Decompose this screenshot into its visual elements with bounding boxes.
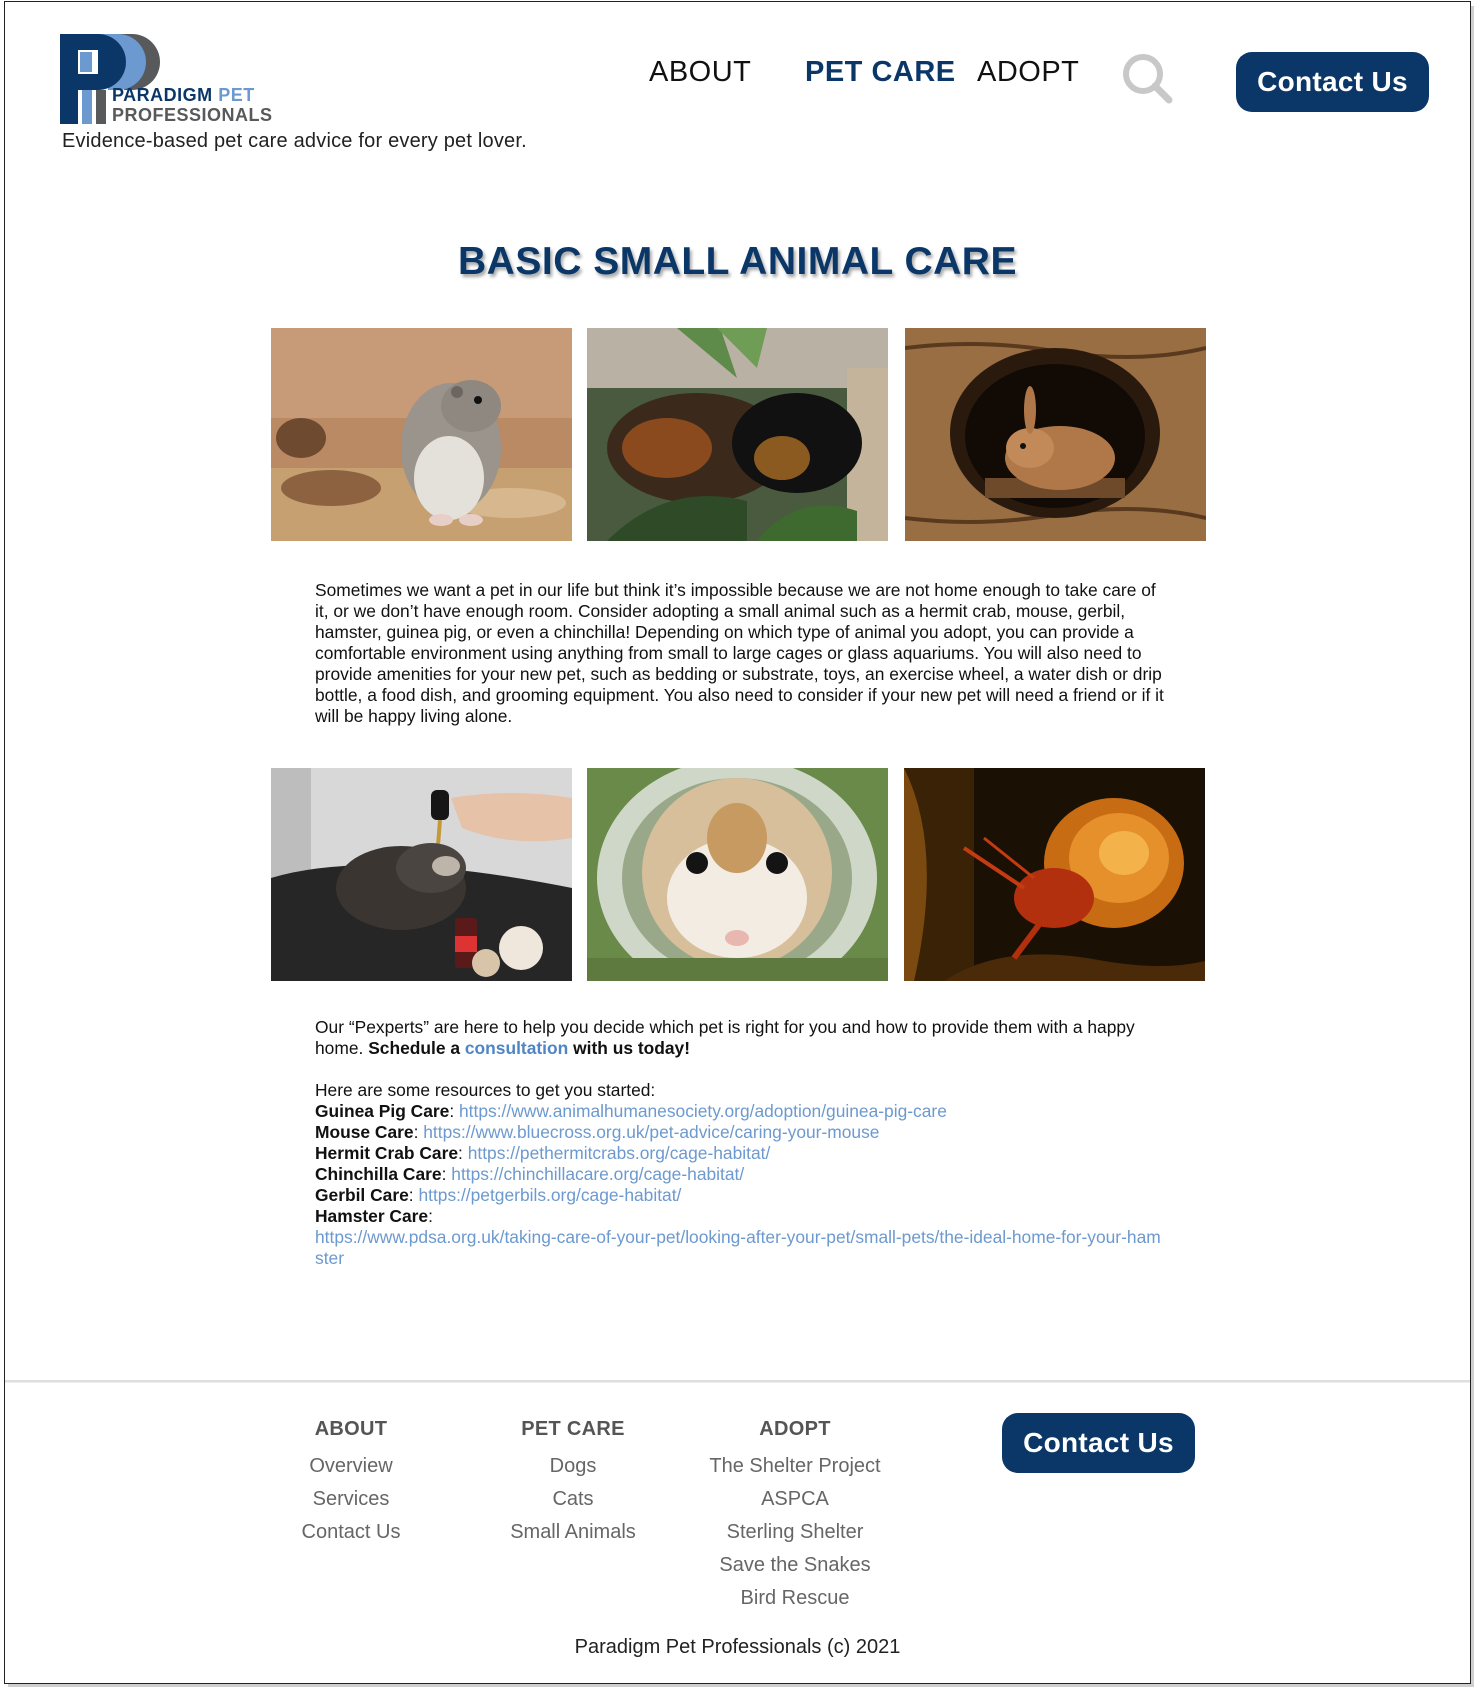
list-item: Chinchilla Care: https://chinchillacare.…: [315, 1164, 745, 1184]
resources-list: Here are some resources to get you start…: [315, 1080, 1165, 1269]
hermit-crab-photo: [904, 768, 1205, 981]
resources-intro: Here are some resources to get you start…: [315, 1080, 656, 1100]
tagline: Evidence-based pet care advice for every…: [62, 130, 527, 152]
list-item: Guinea Pig Care: https://www.animalhuman…: [315, 1101, 947, 1121]
rabbit-in-log-photo: [905, 328, 1206, 541]
footer-link-save-the-snakes[interactable]: Save the Snakes: [680, 1549, 910, 1582]
list-item: Hermit Crab Care: https://pethermitcrabs…: [315, 1143, 771, 1163]
footer-link-aspca[interactable]: ASPCA: [680, 1483, 910, 1516]
footer-link-dogs[interactable]: Dogs: [458, 1450, 688, 1483]
footer-link-services[interactable]: Services: [236, 1483, 466, 1516]
nav-about[interactable]: ABOUT: [649, 56, 751, 89]
list-item: Mouse Care: https://www.bluecross.org.uk…: [315, 1122, 880, 1142]
page-title: BASIC SMALL ANIMAL CARE: [458, 240, 1017, 283]
search-icon[interactable]: [1121, 52, 1175, 104]
contact-us-button[interactable]: Contact Us: [1236, 52, 1429, 112]
footer-link-shelter-project[interactable]: The Shelter Project: [680, 1450, 910, 1483]
hamster-care-link[interactable]: https://www.pdsa.org.uk/taking-care-of-y…: [315, 1227, 1161, 1268]
intro-paragraph: Sometimes we want a pet in our life but …: [315, 580, 1164, 726]
resource-label: Gerbil Care: [315, 1185, 409, 1205]
footer-column-pet-care: PET CARE Dogs Cats Small Animals: [458, 1418, 688, 1549]
guinea-pig-care-link[interactable]: https://www.animalhumanesociety.org/adop…: [459, 1101, 947, 1121]
frame-shadow-bottom: [8, 1684, 1474, 1687]
copyright: Paradigm Pet Professionals (c) 2021: [574, 1636, 901, 1658]
footer-link-bird-rescue[interactable]: Bird Rescue: [680, 1582, 910, 1615]
logo-text-professionals: PROFESSIONALS: [112, 105, 273, 125]
hamster-closeup-photo: [587, 768, 888, 981]
footer-link-contact-us[interactable]: Contact Us: [236, 1516, 466, 1549]
list-item: Gerbil Care: https://petgerbils.org/cage…: [315, 1185, 682, 1205]
ferret-photo: [271, 768, 572, 981]
consultation-link[interactable]: consultation: [465, 1038, 568, 1058]
footer-link-cats[interactable]: Cats: [458, 1483, 688, 1516]
list-item: Hamster Care:: [315, 1206, 433, 1226]
footer-heading-adopt[interactable]: ADOPT: [680, 1418, 910, 1441]
hamster-photo: [271, 328, 572, 541]
resource-label: Hermit Crab Care: [315, 1143, 459, 1163]
resource-label: Mouse Care: [315, 1122, 414, 1142]
footer-contact-us-button[interactable]: Contact Us: [1002, 1413, 1195, 1473]
list-item: https://www.pdsa.org.uk/taking-care-of-y…: [315, 1227, 1165, 1269]
guinea-pigs-photo: [587, 328, 888, 541]
footer-heading-pet-care[interactable]: PET CARE: [458, 1418, 688, 1441]
footer-heading-about[interactable]: ABOUT: [236, 1418, 466, 1441]
footer-divider-shadow: [5, 1382, 1470, 1383]
nav-adopt[interactable]: ADOPT: [977, 56, 1079, 89]
hermit-crab-care-link[interactable]: https://pethermitcrabs.org/cage-habitat/: [468, 1143, 771, 1163]
pexperts-paragraph: Our “Pexperts” are here to help you deci…: [315, 1017, 1165, 1059]
gerbil-care-link[interactable]: https://petgerbils.org/cage-habitat/: [418, 1185, 681, 1205]
footer-link-sterling-shelter[interactable]: Sterling Shelter: [680, 1516, 910, 1549]
chinchilla-care-link[interactable]: https://chinchillacare.org/cage-habitat/: [451, 1164, 744, 1184]
footer-link-overview[interactable]: Overview: [236, 1450, 466, 1483]
logo[interactable]: PARADIGM PET PROFESSIONALS: [60, 34, 280, 126]
resource-label: Hamster Care: [315, 1206, 429, 1226]
resource-label: Guinea Pig Care: [315, 1101, 450, 1121]
nav-pet-care[interactable]: PET CARE: [805, 56, 956, 89]
schedule-text-pre: Schedule a: [368, 1038, 461, 1058]
footer-column-about: ABOUT Overview Services Contact Us: [236, 1418, 466, 1549]
schedule-text-post: with us today!: [573, 1038, 690, 1058]
logo-text-pet: PET: [218, 85, 255, 105]
mouse-care-link[interactable]: https://www.bluecross.org.uk/pet-advice/…: [423, 1122, 879, 1142]
resource-label: Chinchilla Care: [315, 1164, 442, 1184]
footer-link-small-animals[interactable]: Small Animals: [458, 1516, 688, 1549]
logo-text-paradigm: PARADIGM: [112, 85, 213, 105]
footer-column-adopt: ADOPT The Shelter Project ASPCA Sterling…: [680, 1418, 910, 1615]
